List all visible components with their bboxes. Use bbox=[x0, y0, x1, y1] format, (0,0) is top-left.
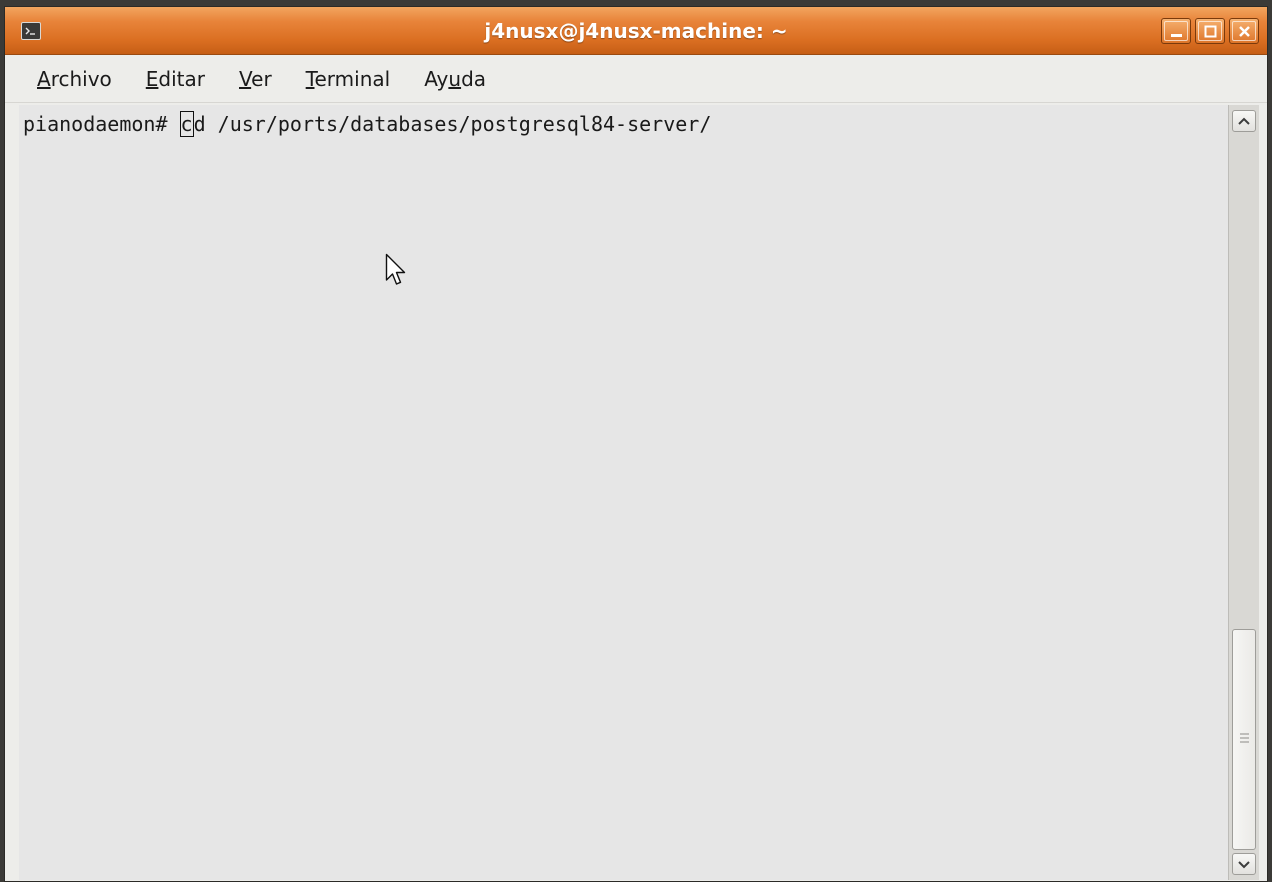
scroll-up-button[interactable] bbox=[1232, 110, 1256, 132]
menu-ayuda[interactable]: Ayuda bbox=[424, 67, 486, 91]
window-title: j4nusx@j4nusx-machine: ~ bbox=[484, 19, 788, 43]
maximize-button[interactable] bbox=[1195, 18, 1225, 44]
maximize-icon bbox=[1204, 25, 1217, 38]
terminal-line: pianodaemon# cd /usr/ports/databases/pos… bbox=[23, 111, 712, 137]
window-controls bbox=[1161, 18, 1259, 44]
minimize-button[interactable] bbox=[1161, 18, 1191, 44]
menu-ver[interactable]: Ver bbox=[239, 67, 272, 91]
chevron-up-icon bbox=[1238, 117, 1250, 125]
menu-terminal[interactable]: Terminal bbox=[306, 67, 391, 91]
minimize-icon bbox=[1171, 34, 1182, 37]
close-button[interactable] bbox=[1229, 18, 1259, 44]
shell-prompt: pianodaemon# bbox=[23, 112, 180, 136]
vertical-scrollbar[interactable] bbox=[1228, 105, 1259, 880]
text-cursor: c bbox=[179, 111, 194, 137]
scroll-thumb[interactable] bbox=[1232, 629, 1256, 850]
terminal-window: j4nusx@j4nusx-machine: ~ Archivo Editar … bbox=[4, 6, 1268, 882]
menu-editar[interactable]: Editar bbox=[146, 67, 205, 91]
close-icon bbox=[1239, 26, 1250, 37]
command-text: d /usr/ports/databases/postgresql84-serv… bbox=[193, 112, 712, 136]
grip-icon bbox=[1240, 733, 1249, 743]
menu-archivo[interactable]: Archivo bbox=[37, 67, 112, 91]
mouse-pointer-icon bbox=[385, 253, 406, 285]
scroll-down-button[interactable] bbox=[1232, 853, 1256, 875]
chevron-down-icon bbox=[1238, 861, 1250, 869]
menu-bar: Archivo Editar Ver Terminal Ayuda bbox=[5, 55, 1267, 103]
terminal-output[interactable]: pianodaemon# cd /usr/ports/databases/pos… bbox=[19, 105, 1228, 880]
title-bar[interactable]: j4nusx@j4nusx-machine: ~ bbox=[5, 7, 1267, 55]
